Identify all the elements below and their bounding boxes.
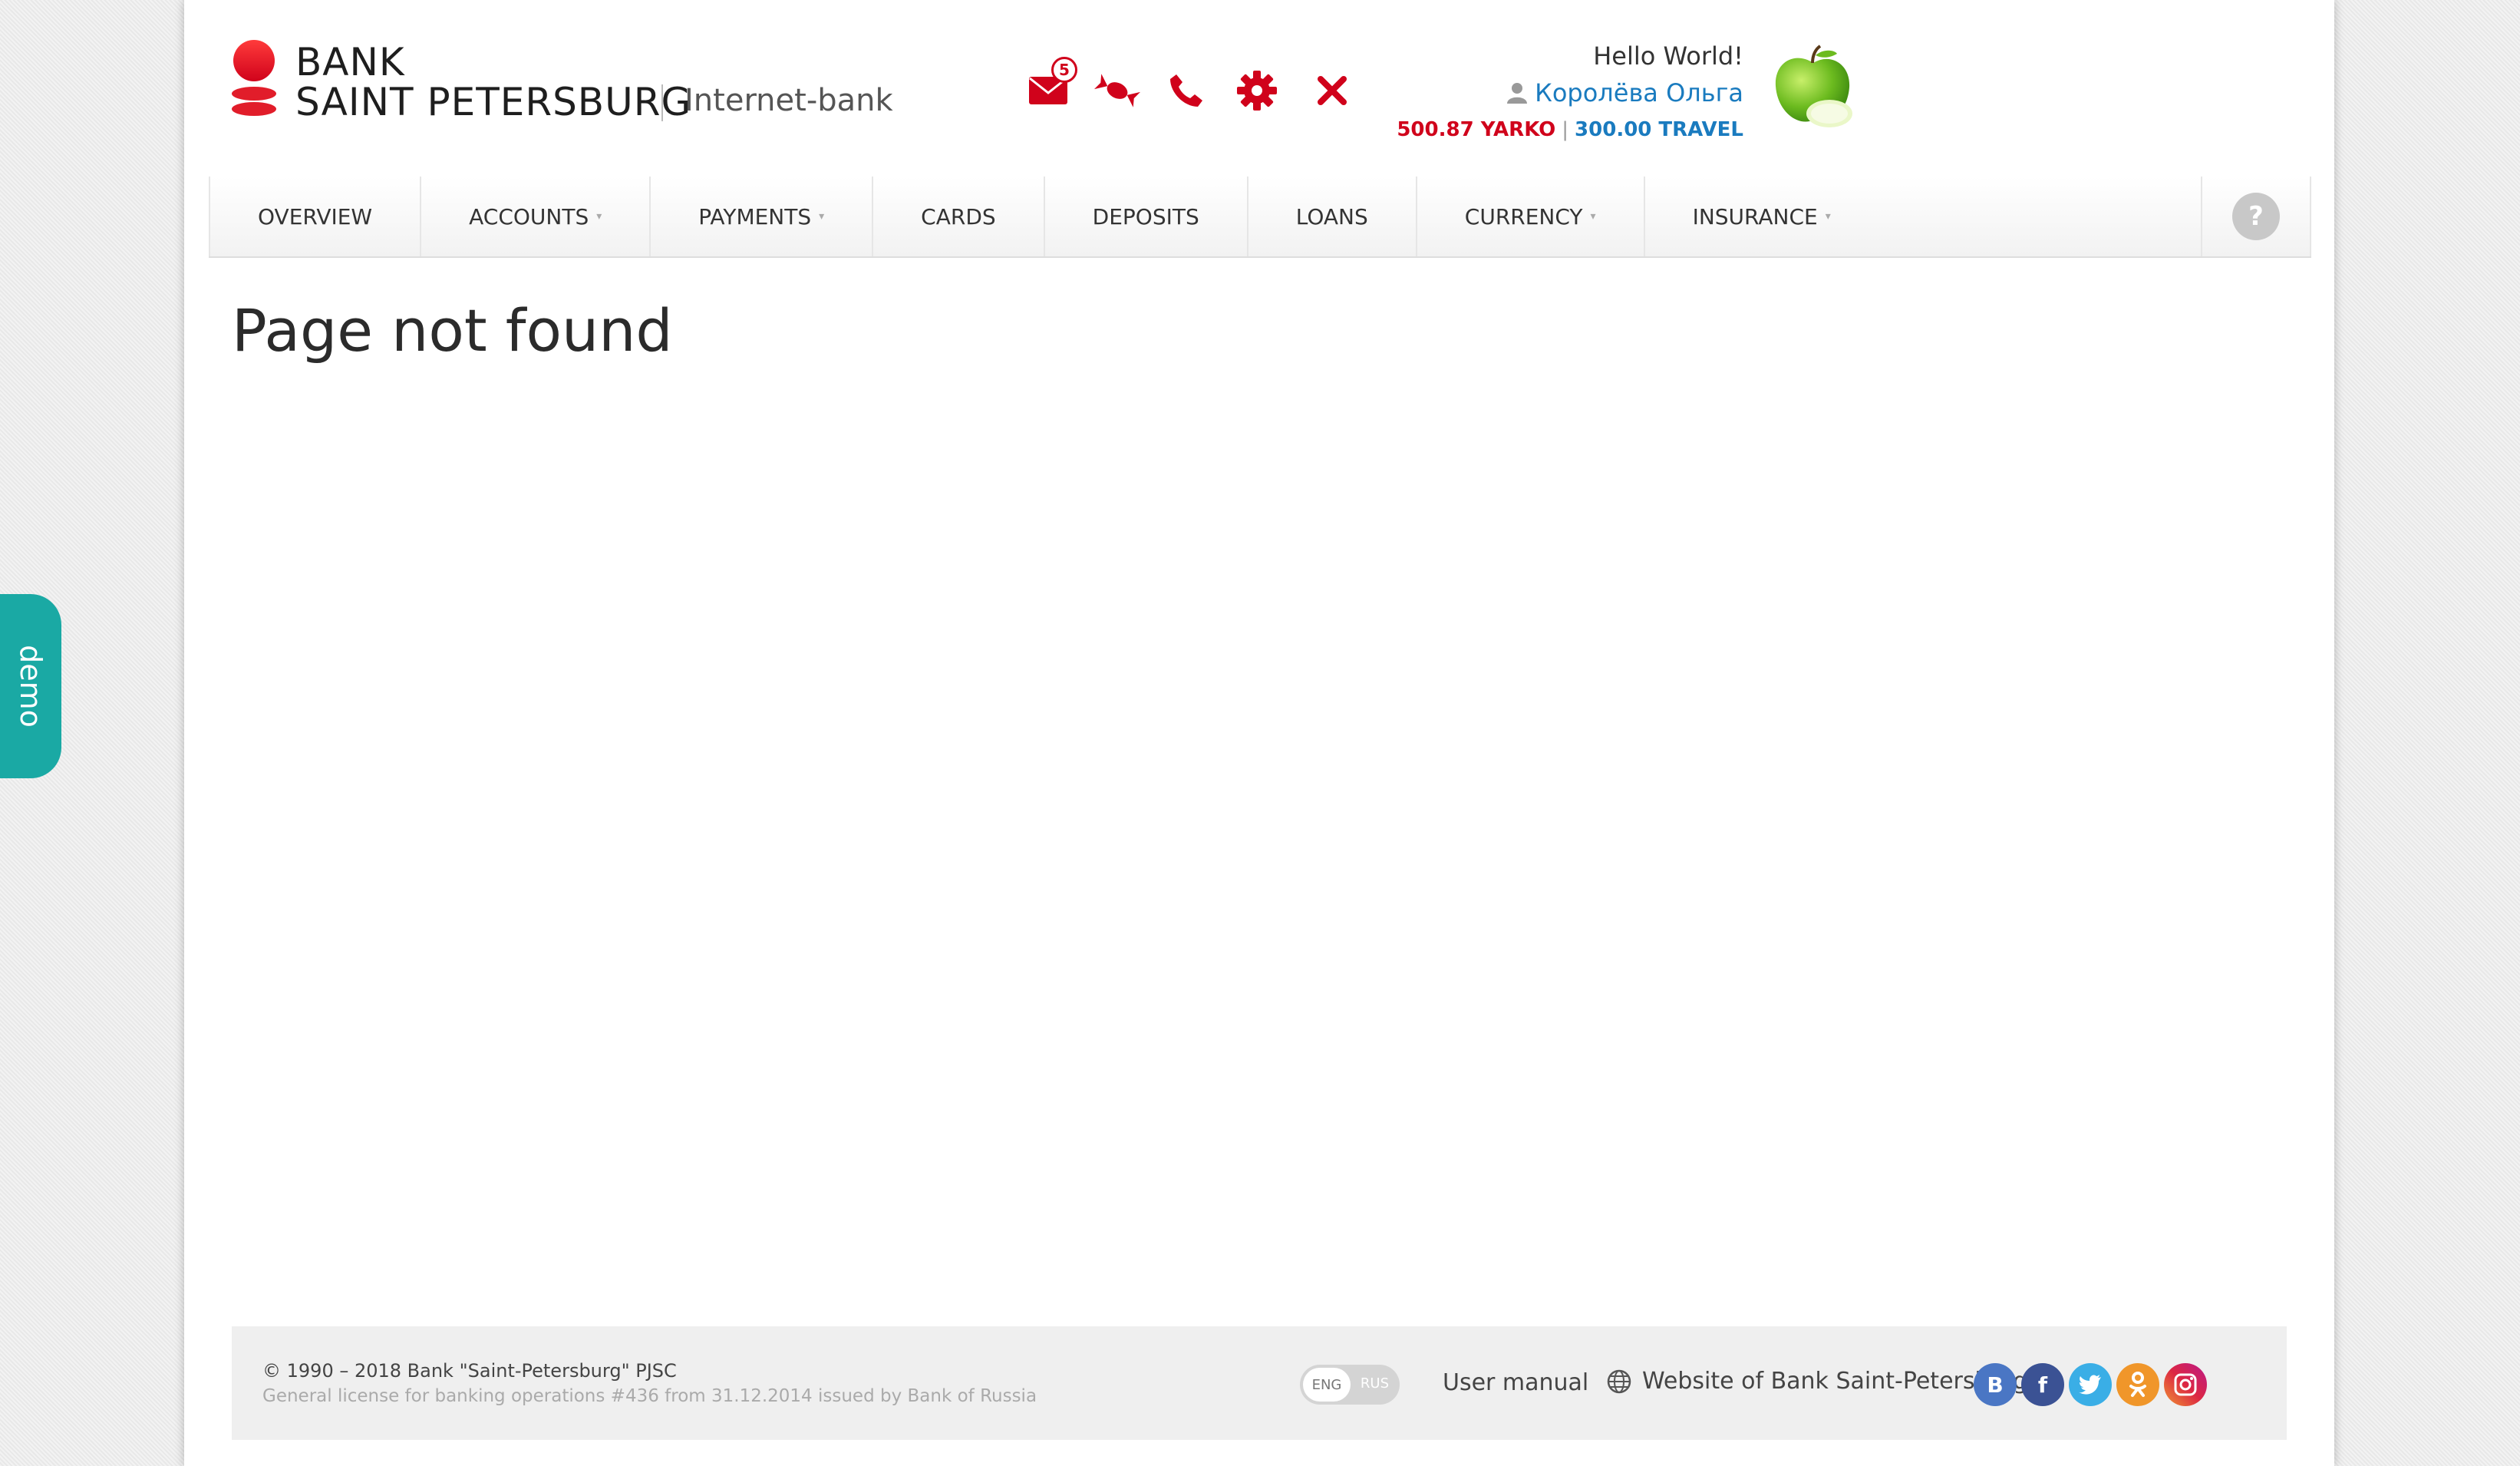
footer: © 1990 – 2018 Bank "Saint-Petersburg" PJ… xyxy=(232,1326,2287,1440)
help-icon[interactable]: ? xyxy=(2232,193,2280,240)
nav-item-cards[interactable]: CARDS xyxy=(872,177,1044,256)
nav-item-label: PAYMENTS xyxy=(698,203,812,229)
footer-copyright: © 1990 – 2018 Bank "Saint-Petersburg" PJ… xyxy=(262,1360,677,1382)
nav-item-loans[interactable]: LOANS xyxy=(1246,177,1416,256)
vk-glyph: B xyxy=(1987,1372,2004,1398)
demo-tab[interactable]: demo xyxy=(0,594,61,778)
footer-license: General license for banking operations #… xyxy=(262,1386,1037,1406)
balances: 500.87 YARKO | 300.00 TRAVEL xyxy=(1397,118,1743,141)
twitter-icon[interactable] xyxy=(2069,1363,2112,1406)
logout-button[interactable] xyxy=(1309,68,1355,114)
phone-button[interactable] xyxy=(1163,68,1209,114)
phone-icon xyxy=(1170,74,1202,107)
vk-icon[interactable]: B xyxy=(1974,1363,2017,1406)
facebook-glyph: f xyxy=(2037,1372,2048,1398)
ok-figure-shape xyxy=(2129,1372,2146,1397)
facebook-icon[interactable]: f xyxy=(2021,1363,2064,1406)
instagram-icon[interactable] xyxy=(2164,1363,2207,1406)
instagram-camera-shape xyxy=(2174,1373,2197,1396)
balance-travel[interactable]: 300.00 TRAVEL xyxy=(1575,118,1743,141)
nav-item-label: DEPOSITS xyxy=(1092,203,1199,229)
caret-down-icon: ▾ xyxy=(819,210,825,223)
brand-subtitle: Internet-bank xyxy=(684,83,893,118)
caret-down-icon: ▾ xyxy=(596,210,602,223)
lang-eng-option[interactable]: ENG xyxy=(1303,1368,1351,1402)
user-name-link[interactable]: Королёва Ольга xyxy=(1507,78,1743,107)
nav-item-label: CURRENCY xyxy=(1464,203,1583,229)
balance-yarko[interactable]: 500.87 YARKO xyxy=(1397,118,1555,141)
caret-down-icon: ▾ xyxy=(1590,210,1596,223)
caret-down-icon: ▾ xyxy=(1825,210,1831,223)
mail-button[interactable]: 5 xyxy=(1025,57,1077,114)
candy-icon xyxy=(1094,74,1140,107)
nav-item-payments[interactable]: PAYMENTS ▾ xyxy=(649,177,872,256)
offers-button[interactable] xyxy=(1094,68,1140,114)
lang-rus-option[interactable]: RUS xyxy=(1361,1375,1389,1392)
odnoklassniki-icon[interactable] xyxy=(2116,1363,2159,1406)
user-name: Королёва Ольга xyxy=(1535,78,1743,107)
nav-item-deposits[interactable]: DEPOSITS xyxy=(1043,177,1247,256)
brand-line-1: BANK xyxy=(295,40,405,84)
bank-logo-icon[interactable] xyxy=(230,40,278,120)
demo-tab-label: demo xyxy=(14,645,48,728)
settings-button[interactable] xyxy=(1234,68,1280,114)
balance-separator: | xyxy=(1562,118,1569,141)
mail-count-badge: 5 xyxy=(1051,57,1077,83)
avatar-apple-icon[interactable] xyxy=(1771,45,1855,134)
nav-item-overview[interactable]: OVERVIEW xyxy=(209,177,420,256)
close-icon xyxy=(1318,76,1347,105)
bank-website-label: Website of Bank Saint-Petersburg xyxy=(1642,1368,2028,1395)
main-nav: OVERVIEW ACCOUNTS ▾ PAYMENTS ▾ CARDS DEPOS… xyxy=(209,177,2311,258)
nav-item-insurance[interactable]: INSURANCE ▾ xyxy=(1643,177,1878,256)
page-title: Page not found xyxy=(232,296,673,365)
nav-item-label: LOANS xyxy=(1295,203,1368,229)
nav-item-label: ACCOUNTS xyxy=(469,203,589,229)
greeting: Hello World! xyxy=(1593,41,1743,71)
nav-item-currency[interactable]: CURRENCY ▾ xyxy=(1415,177,1644,256)
nav-item-label: CARDS xyxy=(921,203,996,229)
page-container: BANK SAINT PETERSBURG Internet-bank Hell… xyxy=(184,0,2334,1466)
nav-item-label: INSURANCE xyxy=(1692,203,1818,229)
nav-item-accounts[interactable]: ACCOUNTS ▾ xyxy=(420,177,649,256)
help-area: ? xyxy=(2201,177,2311,256)
brand-divider xyxy=(661,84,663,121)
twitter-bird-shape xyxy=(2079,1375,2101,1395)
globe-icon xyxy=(1607,1369,1631,1393)
gear-icon xyxy=(1237,71,1277,111)
user-manual-link[interactable]: User manual xyxy=(1443,1369,1588,1396)
bank-website-link[interactable]: Website of Bank Saint-Petersburg xyxy=(1607,1368,2027,1395)
brand-line-2: SAINT PETERSBURG xyxy=(295,80,692,124)
user-icon xyxy=(1507,83,1528,104)
nav-item-label: OVERVIEW xyxy=(258,203,373,229)
language-toggle[interactable]: ENG RUS xyxy=(1300,1365,1400,1405)
